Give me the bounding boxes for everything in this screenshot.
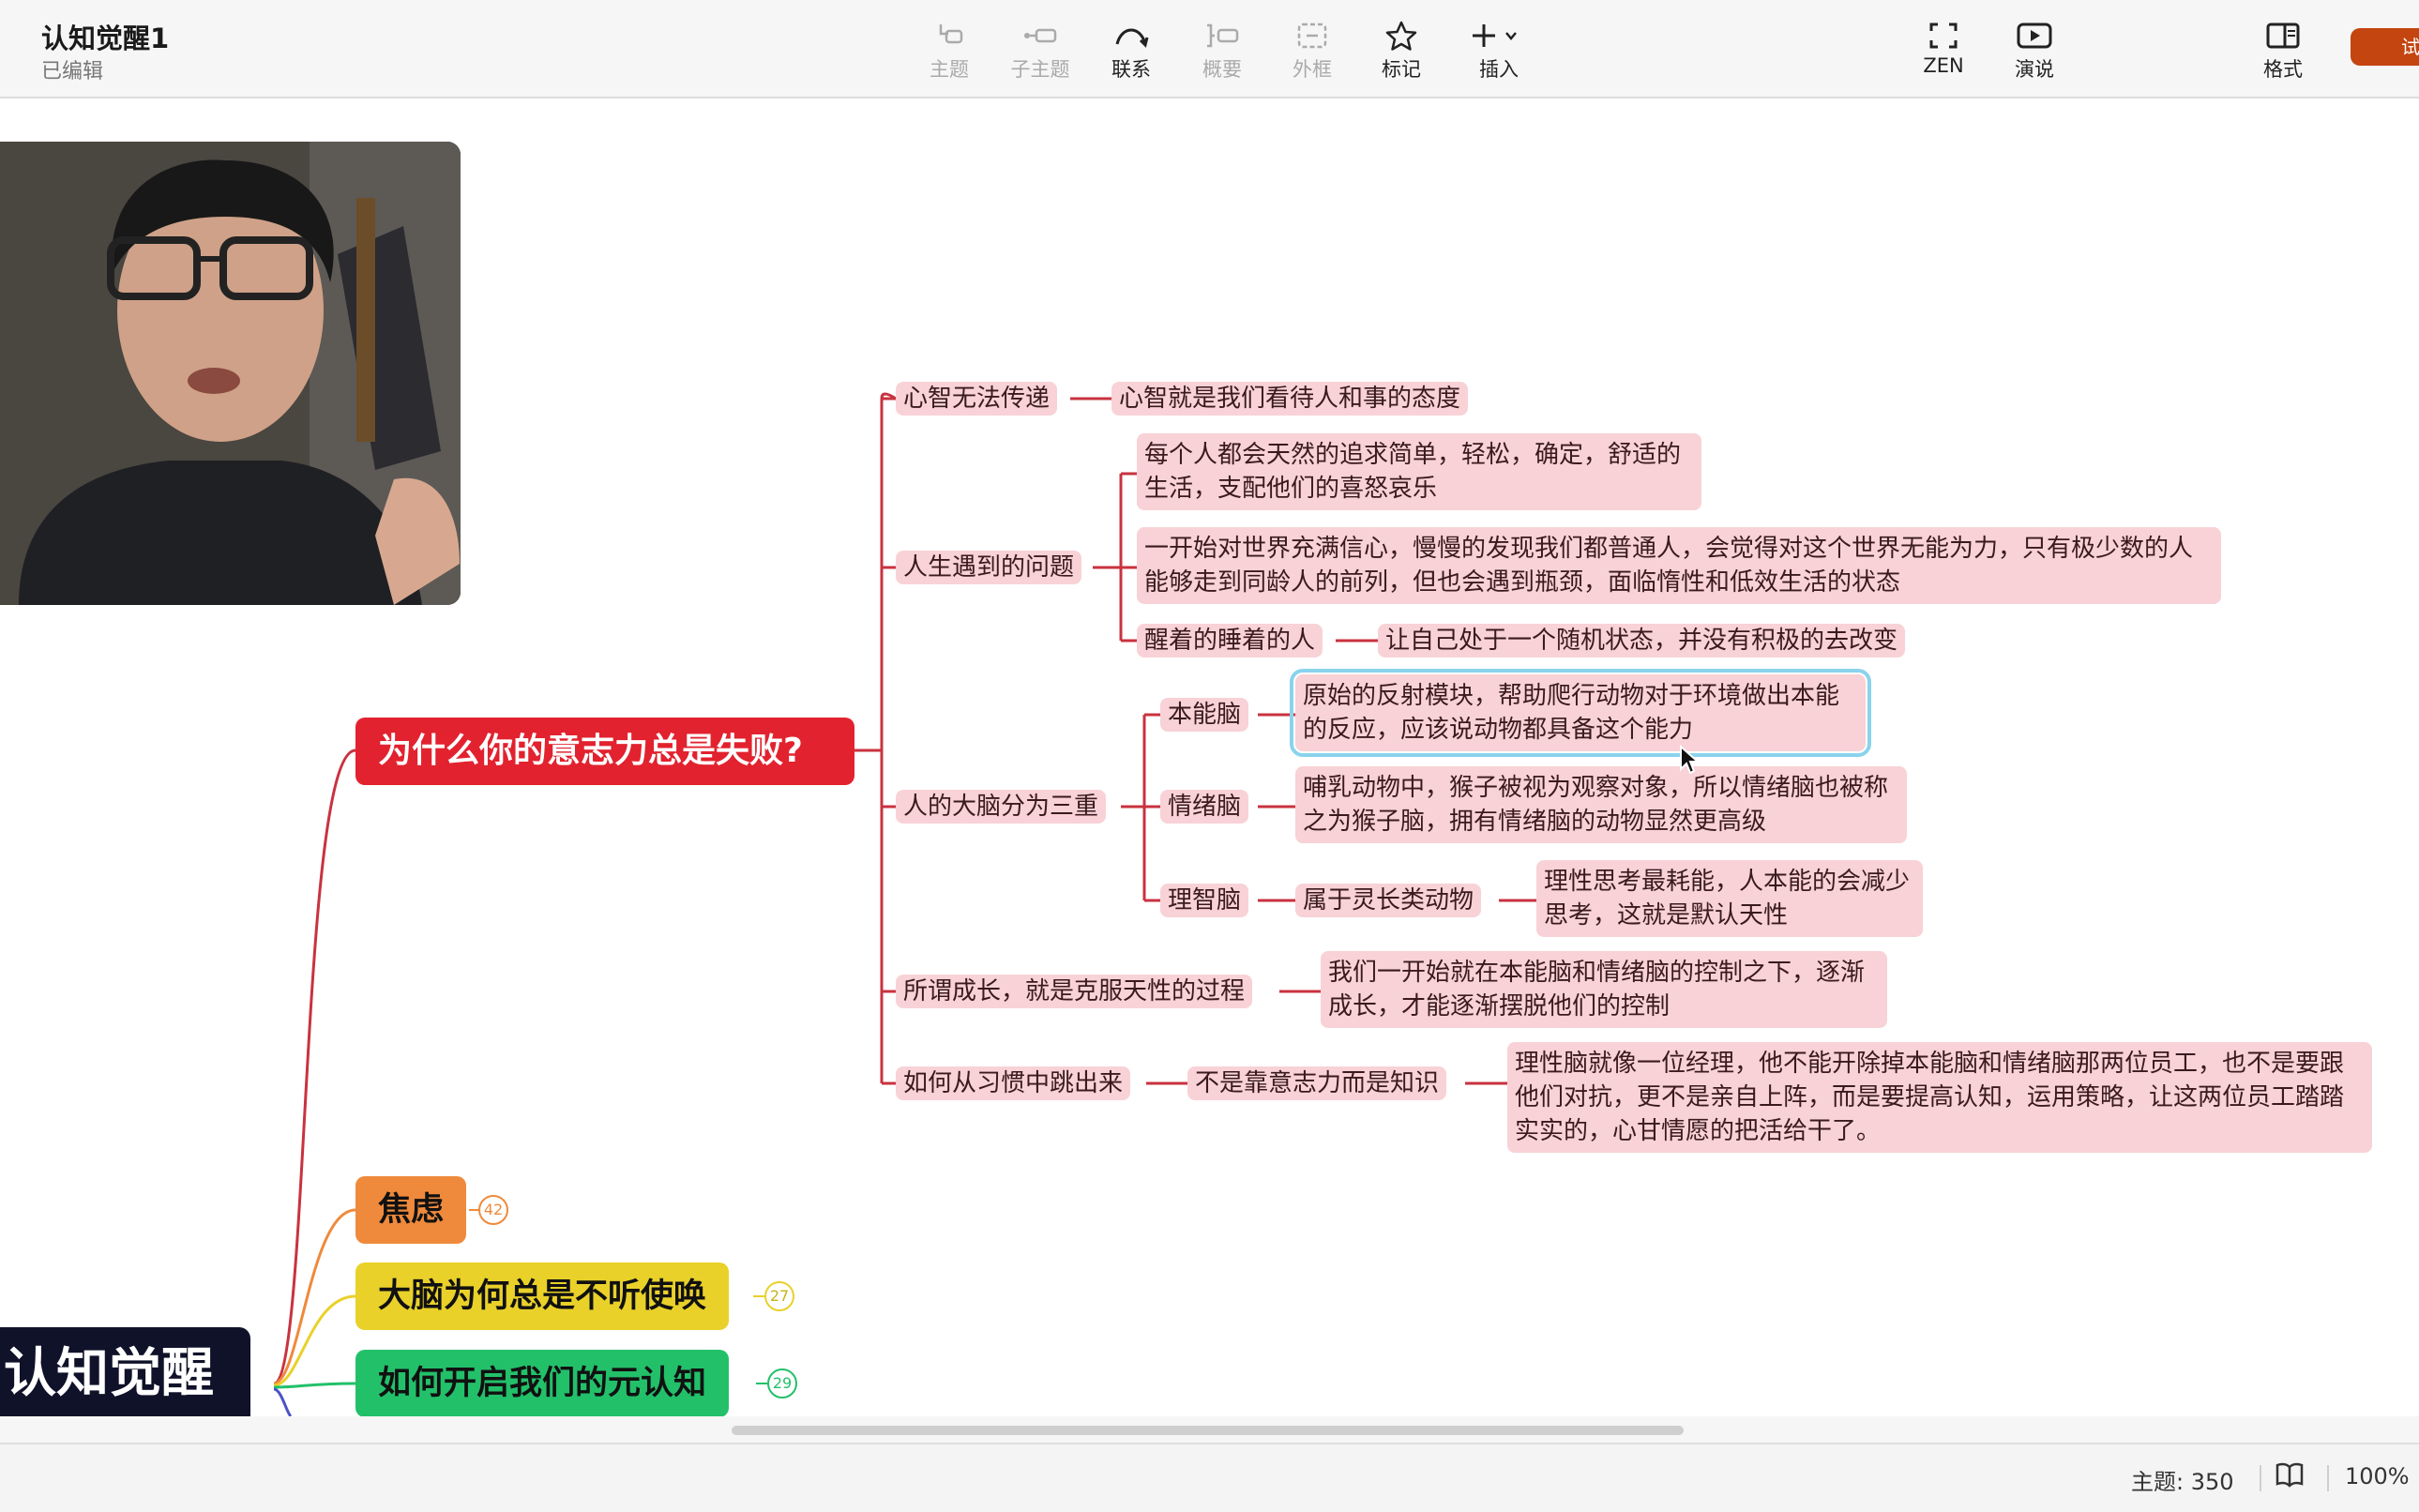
document-status: 已编辑 [41, 60, 104, 83]
topic-rational-brain[interactable]: 理智脑 [1160, 884, 1249, 917]
topic-emotion-desc[interactable]: 哺乳动物中，猴子被视为观察对象，所以情绪脑也被称之为猴子脑，拥有情绪脑的动物显然… [1295, 766, 1907, 843]
topic-primates[interactable]: 属于灵长类动物 [1295, 884, 1482, 917]
topic-growth[interactable]: 所谓成长，就是克服天性的过程 [896, 975, 1253, 1008]
topic-button[interactable]: 主题 [898, 13, 1001, 88]
branch-brain-disobey[interactable]: 大脑为何总是不听使唤 [355, 1263, 730, 1330]
collapsed-count-badge[interactable]: 42 [478, 1195, 508, 1225]
topic-mind-attitude[interactable]: 心智就是我们看待人和事的态度 [1111, 382, 1469, 416]
topic-pursue-comfort[interactable]: 每个人都会天然的追求简单，轻松，确定，舒适的生活，支配他们的喜怒哀乐 [1137, 433, 1701, 510]
zoom-level[interactable]: 100% [2345, 1463, 2410, 1489]
central-topic[interactable]: 认知觉醒 [0, 1327, 250, 1416]
topic-knowledge-not-will[interactable]: 不是靠意志力而是知识 [1187, 1066, 1447, 1100]
present-button[interactable]: 演说 [1983, 13, 2086, 88]
divider [2260, 1465, 2261, 1491]
boundary-button[interactable]: 外框 [1261, 13, 1364, 88]
mindmap-canvas[interactable]: 为什么你的意志力总是失败? 心智无法传递 心智就是我们看待人和事的态度 人生遇到… [0, 98, 2419, 1416]
summary-icon [1171, 13, 1274, 54]
topic-growth-desc[interactable]: 我们一开始就在本能脑和情绪脑的控制之下，逐渐成长，才能逐渐摆脱他们的控制 [1321, 951, 1887, 1028]
topic-break-habits[interactable]: 如何从习惯中跳出来 [896, 1066, 1131, 1100]
webcam-video-overlay [0, 142, 461, 605]
topic-icon [898, 13, 1001, 54]
branch-metacognition[interactable]: 如何开启我们的元认知 [355, 1350, 730, 1416]
panel-icon [2231, 13, 2335, 54]
topic-three-brains[interactable]: 人的大脑分为三重 [896, 790, 1107, 824]
subtopic-button[interactable]: 子主题 [989, 13, 1092, 88]
trial-button[interactable]: 试 [2351, 28, 2419, 66]
toolbar: 认知觉醒1 已编辑 主题 子主题 联系 概要 外框 标记 插入 ZEN 演说 格… [0, 0, 2419, 98]
topic-life-problems[interactable]: 人生遇到的问题 [896, 551, 1082, 584]
horizontal-scrollbar[interactable] [0, 1416, 2419, 1443]
mouse-cursor-icon [1680, 745, 1700, 775]
summary-button[interactable]: 概要 [1171, 13, 1274, 88]
document-title[interactable]: 认知觉醒1 [41, 17, 169, 56]
topic-instinct-desc[interactable]: 原始的反射模块，帮助爬行动物对于环境做出本能的反应，应该说动物都具备这个能力 [1290, 669, 1871, 757]
main-topic[interactable]: 为什么你的意志力总是失败? [355, 718, 854, 785]
subtopic-icon [989, 13, 1092, 54]
topic-count: 主题: 350 [2131, 1469, 2234, 1495]
topic-instinct-brain[interactable]: 本能脑 [1160, 698, 1249, 732]
status-bar: 主题: 350 100% [0, 1443, 2419, 1512]
fullscreen-icon [1892, 13, 1995, 54]
presenter-video-frame [0, 142, 461, 605]
zen-button[interactable]: ZEN [1892, 13, 1995, 88]
branch-anxiety[interactable]: 焦虑 [355, 1176, 467, 1244]
relation-button[interactable]: 联系 [1080, 13, 1183, 88]
topic-mind-not-transferable[interactable]: 心智无法传递 [896, 382, 1058, 416]
topic-random-state[interactable]: 让自己处于一个随机状态，并没有积极的去改变 [1378, 624, 1906, 658]
scrollbar-thumb[interactable] [732, 1426, 1684, 1435]
format-button[interactable]: 格式 [2231, 13, 2335, 88]
topic-manager-analogy[interactable]: 理性脑就像一位经理，他不能开除掉本能脑和情绪脑那两位员工，也不是要跟他们对抗，更… [1507, 1042, 2372, 1153]
insert-button[interactable]: 插入 [1447, 13, 1550, 88]
plus-chevron-icon [1447, 13, 1550, 54]
boundary-icon [1261, 13, 1364, 54]
topic-emotion-brain[interactable]: 情绪脑 [1160, 790, 1249, 824]
marker-button[interactable]: 标记 [1350, 13, 1453, 88]
play-icon [1983, 13, 2086, 54]
relation-icon [1080, 13, 1183, 54]
star-icon [1350, 13, 1453, 54]
book-icon[interactable] [2275, 1461, 2304, 1494]
collapsed-count-badge[interactable]: 29 [767, 1368, 797, 1399]
topic-ordinary-people[interactable]: 一开始对世界充满信心，慢慢的发现我们都普通人，会觉得对这个世界无能为力，只有极少… [1137, 527, 2221, 604]
topic-awake-asleep[interactable]: 醒着的睡着的人 [1137, 624, 1323, 658]
divider [2327, 1465, 2329, 1491]
topic-rational-desc[interactable]: 理性思考最耗能，人本能的会减少思考，这就是默认天性 [1536, 860, 1923, 937]
collapsed-count-badge[interactable]: 27 [764, 1281, 794, 1311]
